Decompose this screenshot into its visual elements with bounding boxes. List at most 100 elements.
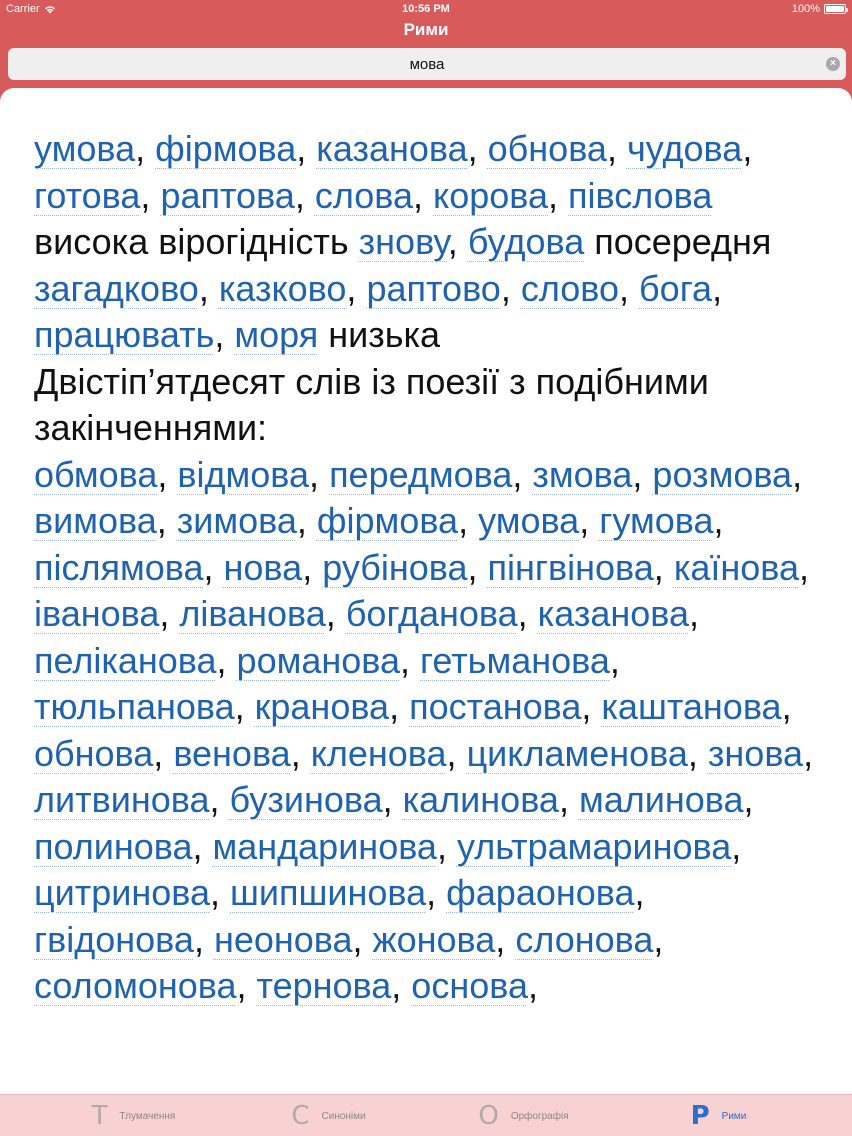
- rhyme-word-link[interactable]: відмова: [177, 454, 309, 495]
- rhyme-word-link[interactable]: венова: [173, 733, 290, 774]
- rhyme-word-link[interactable]: постанова: [409, 686, 581, 727]
- rhyme-word-link[interactable]: обнова: [488, 128, 607, 169]
- rhyme-word-link[interactable]: казанова: [538, 593, 689, 634]
- rhyme-word-link[interactable]: каїнова: [674, 547, 799, 588]
- rhyme-word-link[interactable]: слово: [521, 268, 619, 309]
- search-bar[interactable]: мова ×: [8, 48, 846, 80]
- rhyme-word-link[interactable]: фірмова: [155, 128, 296, 169]
- rhyme-word-link[interactable]: рубінова: [322, 547, 467, 588]
- tab-label: Орфографія: [510, 1110, 569, 1122]
- rhyme-word-link[interactable]: неонова: [214, 919, 353, 960]
- rhyme-word-link[interactable]: романова: [237, 640, 400, 681]
- text-segment: висока вірогідність: [34, 221, 359, 262]
- text-segment: ,: [581, 686, 602, 727]
- text-segment: ,: [579, 500, 600, 541]
- rhyme-word-link[interactable]: обнова: [34, 733, 153, 774]
- text-segment: ,: [159, 593, 180, 634]
- rhyme-word-link[interactable]: будова: [468, 221, 584, 262]
- rhyme-word-link[interactable]: обмова: [34, 454, 157, 495]
- rhyme-word-link[interactable]: мандаринова: [213, 826, 437, 867]
- tab-rhymes[interactable]: Р Рими: [621, 1095, 816, 1136]
- rhyme-word-link[interactable]: гвідонова: [34, 919, 194, 960]
- rhyme-word-link[interactable]: працювать: [34, 314, 214, 355]
- rhyme-word-link[interactable]: слонова: [515, 919, 653, 960]
- rhyme-word-link[interactable]: раптова: [160, 175, 294, 216]
- rhyme-word-link[interactable]: бузинова: [230, 779, 383, 820]
- rhyme-word-link[interactable]: передмова: [329, 454, 512, 495]
- text-segment: ,: [296, 500, 317, 541]
- text-segment: ,: [634, 872, 645, 913]
- text-segment: ,: [203, 546, 224, 588]
- text-segment: ,: [495, 918, 516, 960]
- rhyme-word-link[interactable]: каштанова: [601, 686, 781, 727]
- rhyme-word-link[interactable]: ліванова: [179, 593, 325, 634]
- rhyme-word-link[interactable]: готова: [34, 175, 140, 216]
- rhyme-word-link[interactable]: гумова: [599, 500, 713, 541]
- rhyme-word-link[interactable]: корова: [433, 175, 548, 216]
- rhyme-word-link[interactable]: іванова: [34, 593, 159, 634]
- text-segment: ,: [382, 779, 403, 820]
- results-panel[interactable]: умова, фірмова, казанова, обнова, чудова…: [0, 88, 852, 1136]
- rhyme-word-link[interactable]: тюльпанова: [34, 686, 235, 727]
- rhyme-word-link[interactable]: казанова: [316, 128, 467, 169]
- text-segment: ,: [687, 732, 708, 774]
- text-segment: ,: [210, 872, 231, 913]
- rhyme-word-link[interactable]: пеліканова: [34, 640, 217, 681]
- rhyme-word-link[interactable]: литвинова: [34, 779, 209, 820]
- rhyme-word-link[interactable]: раптово: [366, 268, 500, 309]
- text-segment: ,: [192, 825, 213, 867]
- tab-bar: Т Тлумачення С Синоніми О Орфографія Р Рими: [0, 1094, 852, 1136]
- section-heading: Двістіп’ятдесят слів із поезії з подібни…: [34, 360, 709, 449]
- rhyme-word-link[interactable]: бога: [639, 268, 712, 309]
- rhyme-word-link[interactable]: цикламенова: [467, 733, 688, 774]
- text-segment: ,: [236, 965, 257, 1006]
- status-bar: Carrier 10:56 PM 100%: [0, 0, 852, 18]
- rhyme-word-link[interactable]: гетьманова: [420, 640, 610, 681]
- rhyme-word-link[interactable]: чудова: [627, 128, 742, 169]
- rhyme-word-link[interactable]: тернова: [257, 965, 392, 1006]
- rhyme-word-link[interactable]: півслова: [568, 175, 712, 216]
- rhyme-word-link[interactable]: загадково: [34, 268, 199, 309]
- rhyme-word-link[interactable]: шипшинова: [230, 872, 426, 913]
- rhyme-word-link[interactable]: кранова: [255, 686, 389, 727]
- tab-spelling[interactable]: О Орфографія: [426, 1095, 621, 1136]
- clear-icon[interactable]: ×: [826, 57, 840, 71]
- rhyme-word-link[interactable]: полинова: [34, 826, 192, 867]
- text-segment: ,: [467, 128, 488, 169]
- rhyme-word-link[interactable]: фараонова: [446, 872, 634, 913]
- rhyme-word-link[interactable]: соломонова: [34, 965, 236, 1006]
- rhyme-word-link[interactable]: калинова: [403, 779, 559, 820]
- tab-definitions[interactable]: Т Тлумачення: [36, 1095, 231, 1136]
- rhyme-word-link[interactable]: ультрамаринова: [457, 826, 731, 867]
- text-segment: ,: [290, 732, 311, 774]
- rhyme-word-link[interactable]: змова: [532, 454, 632, 495]
- rhyme-word-link[interactable]: умова: [478, 500, 579, 541]
- text-segment: ,: [294, 174, 315, 216]
- tab-synonyms[interactable]: С Синоніми: [231, 1095, 426, 1136]
- results-content: умова, фірмова, казанова, обнова, чудова…: [34, 126, 824, 1010]
- rhyme-word-link[interactable]: слова: [315, 175, 413, 216]
- tab-label: Рими: [721, 1110, 747, 1122]
- search-input[interactable]: мова: [410, 56, 445, 73]
- rhyme-word-link[interactable]: пінгвінова: [488, 547, 654, 588]
- rhyme-word-link[interactable]: кленова: [311, 733, 447, 774]
- rhyme-word-link[interactable]: вимова: [34, 500, 157, 541]
- rhyme-word-link[interactable]: умова: [34, 128, 135, 169]
- rhyme-word-link[interactable]: богданова: [346, 593, 518, 634]
- rhyme-word-link[interactable]: моря: [234, 314, 318, 355]
- rhyme-word-link[interactable]: жонова: [373, 919, 496, 960]
- rhyme-word-link[interactable]: розмова: [652, 454, 792, 495]
- text-segment: ,: [309, 453, 330, 495]
- rhyme-word-link[interactable]: післямова: [34, 547, 204, 588]
- rhyme-word-link[interactable]: малинова: [579, 779, 744, 820]
- rhyme-word-link[interactable]: зимова: [177, 500, 297, 541]
- rhyme-word-link[interactable]: основа: [411, 965, 528, 1006]
- rhyme-word-link[interactable]: фірмова: [317, 500, 458, 541]
- rhyme-word-link[interactable]: казково: [219, 268, 347, 309]
- rhyme-word-link[interactable]: нова: [224, 547, 303, 588]
- rhyme-word-link[interactable]: знову: [359, 221, 448, 262]
- text-segment: ,: [743, 779, 754, 820]
- rhyme-word-link[interactable]: знова: [708, 733, 803, 774]
- rhyme-word-link[interactable]: цитринова: [34, 872, 210, 913]
- text-segment: ,: [198, 267, 219, 309]
